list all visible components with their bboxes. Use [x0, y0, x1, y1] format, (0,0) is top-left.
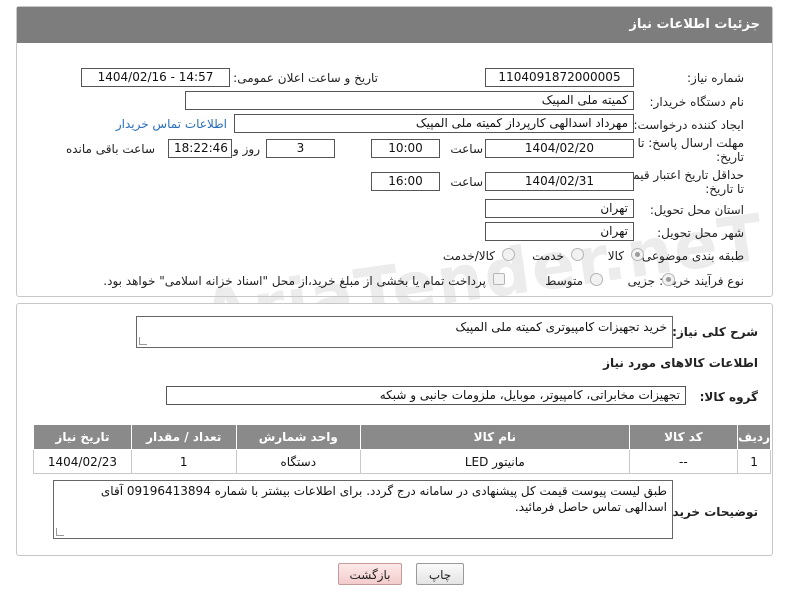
delivery-province-label: استان محل تحویل:: [649, 203, 744, 217]
cell-date: 1404/02/23: [33, 449, 132, 474]
price-validity-time-label: ساعت: [450, 175, 483, 189]
category-option-goods-service: کالا/خدمت: [442, 249, 495, 263]
print-button[interactable]: چاپ: [416, 563, 464, 585]
reply-deadline-label-2: تاریخ:: [716, 150, 744, 164]
goods-group-field: تجهیزات مخابراتی، کامپیوتر، موبایل، ملزو…: [166, 386, 686, 405]
cell-name: مانیتور LED: [360, 449, 630, 474]
process-radio-minor[interactable]: [662, 273, 675, 286]
process-radio-medium[interactable]: [590, 273, 603, 286]
col-row: ردیف: [737, 424, 771, 450]
category-option-service: خدمت: [532, 249, 564, 263]
treasury-payment-checkbox[interactable]: [493, 273, 505, 285]
price-validity-label: حداقل تاریخ اعتبار قیمت:: [617, 168, 744, 182]
resize-handle-icon[interactable]: [56, 528, 64, 536]
remaining-time-label: ساعت باقی مانده: [65, 142, 155, 156]
col-code: کد کالا: [628, 424, 739, 450]
category-radio-service[interactable]: [571, 248, 584, 261]
days-label: روز و: [233, 142, 260, 156]
buyer-notes-text: طبق لیست پیوست قیمت کل پیشنهادی در سامان…: [100, 484, 667, 514]
announce-datetime-label: تاریخ و ساعت اعلان عمومی:: [233, 71, 378, 85]
items-table-header: ردیف کد کالا نام کالا واحد شمارش تعداد /…: [33, 424, 771, 450]
requester-label: ایجاد کننده درخواست:: [633, 118, 744, 132]
cell-row: 1: [737, 449, 771, 474]
category-option-goods: کالا: [607, 249, 624, 263]
delivery-city-field: تهران: [485, 222, 634, 241]
buyer-notes-textarea[interactable]: طبق لیست پیوست قیمت کل پیشنهادی در سامان…: [53, 480, 673, 539]
page-title: جزئیات اطلاعات نیاز: [629, 17, 760, 32]
requester-field: مهرداد اسدالهی کارپرداز کمیته ملی المپیک: [234, 114, 634, 133]
category-radio-goods-service[interactable]: [502, 248, 515, 261]
delivery-city-label: شهر محل تحویل:: [657, 226, 744, 240]
announce-datetime-field: 1404/02/16 - 14:57: [81, 68, 230, 87]
resize-handle-icon[interactable]: [139, 337, 147, 345]
remaining-days-field: 3: [266, 139, 335, 158]
cell-unit: دستگاه: [235, 449, 362, 474]
treasury-payment-note: پرداخت تمام یا بخشی از مبلغ خرید،از محل …: [103, 274, 486, 288]
buyer-org-label: نام دستگاه خریدار:: [649, 95, 745, 109]
category-label: طبقه بندی موضوعی:: [637, 249, 744, 263]
cell-qty: 1: [130, 449, 237, 474]
reply-deadline-time: 10:00: [371, 139, 440, 158]
back-button[interactable]: بازگشت: [338, 563, 402, 585]
col-name: نام کالا: [360, 424, 630, 450]
reply-time-label: ساعت: [450, 142, 483, 156]
category-radio-goods[interactable]: [631, 248, 644, 261]
description-label: شرح کلی نیاز:: [672, 325, 758, 339]
price-validity-date: 1404/02/31: [485, 172, 634, 191]
goods-group-label: گروه کالا:: [699, 390, 758, 404]
col-unit: واحد شمارش: [235, 424, 362, 450]
delivery-province-field: تهران: [485, 199, 634, 218]
price-validity-time: 16:00: [371, 172, 440, 191]
items-table: ردیف کد کالا نام کالا واحد شمارش تعداد /…: [33, 424, 771, 474]
buyer-contact-link[interactable]: اطلاعات تماس خریدار: [116, 117, 227, 131]
remaining-time-field: 18:22:46: [168, 139, 232, 158]
goods-section-title: اطلاعات کالاهای مورد نیاز: [603, 356, 758, 370]
description-text: خرید تجهیزات کامپیوتری کمیته ملی المپیک: [455, 320, 667, 334]
buyer-org-field: کمیته ملی المپیک: [185, 91, 634, 110]
table-row: 1 -- مانیتور LED دستگاه 1 1404/02/23: [33, 449, 771, 474]
need-number-field: 1104091872000005: [485, 68, 634, 87]
reply-deadline-date: 1404/02/20: [485, 139, 634, 158]
col-date: تاریخ نیاز: [33, 424, 132, 450]
process-option-medium: متوسط: [545, 274, 583, 288]
reply-deadline-label: مهلت ارسال پاسخ: تا: [637, 136, 744, 150]
price-validity-label-2: تا تاریخ:: [705, 182, 744, 196]
description-textarea[interactable]: خرید تجهیزات کامپیوتری کمیته ملی المپیک: [136, 316, 673, 348]
cell-code: --: [628, 449, 739, 474]
process-option-minor: جزیی: [627, 274, 655, 288]
col-qty: تعداد / مقدار: [130, 424, 237, 450]
panel-header: جزئیات اطلاعات نیاز: [17, 7, 772, 43]
need-number-label: شماره نیاز:: [687, 71, 744, 85]
